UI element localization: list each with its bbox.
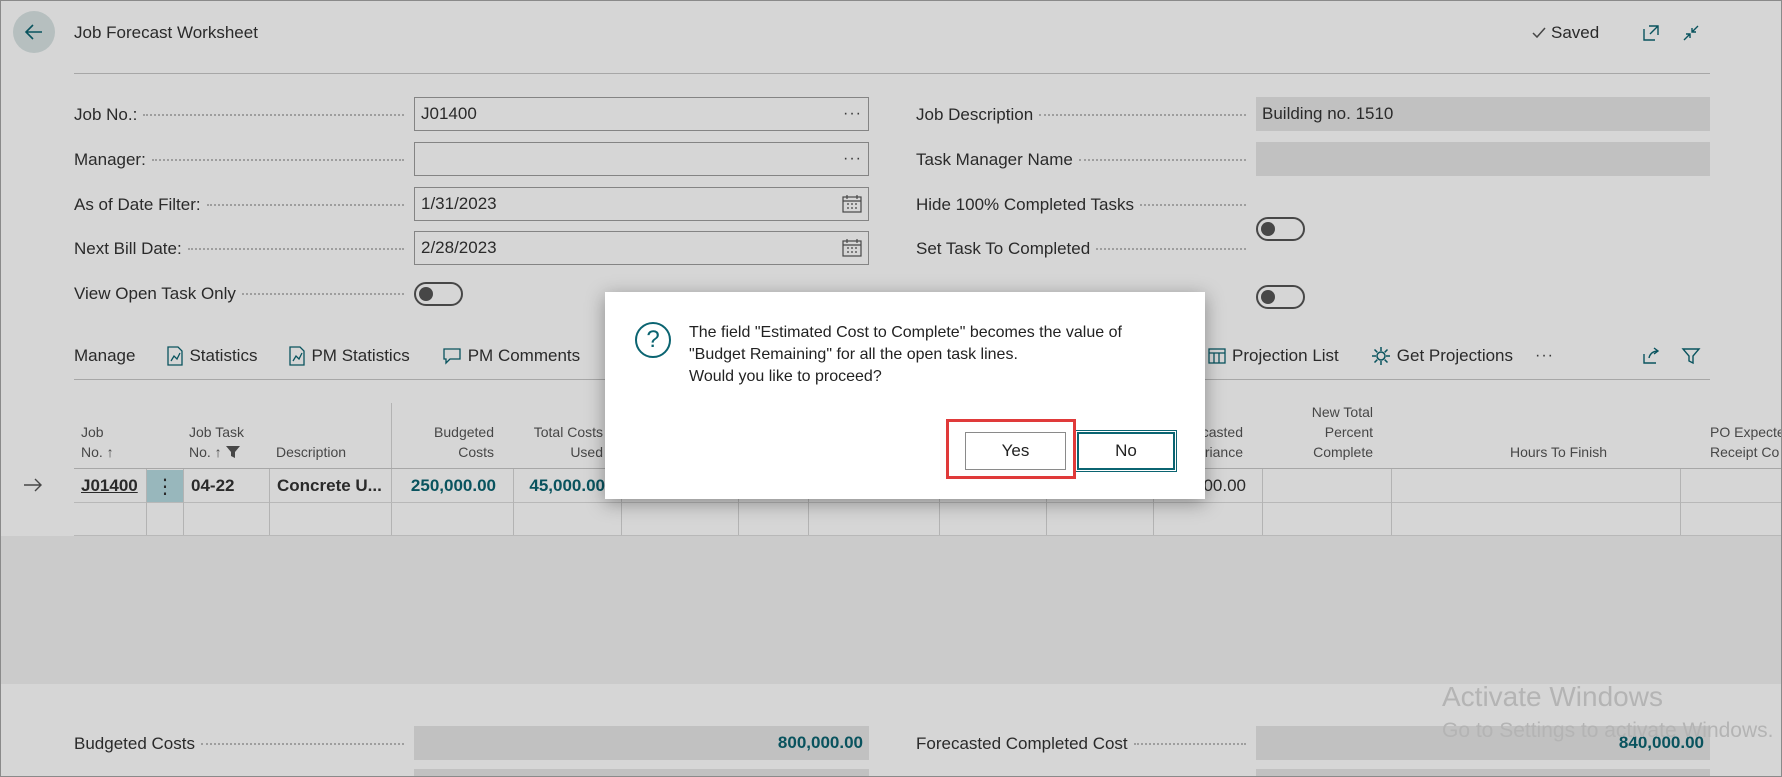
dialog-message-line: "Budget Remaining" for all the open task… bbox=[689, 346, 1018, 363]
question-icon: ? bbox=[635, 322, 671, 358]
dialog-message: The field "Estimated Cost to Complete" b… bbox=[689, 322, 1179, 388]
activate-windows-subtitle: Go to Settings to activate Windows. bbox=[1442, 719, 1774, 742]
app-window: Job Forecast Worksheet Saved Job No.: J0… bbox=[0, 0, 1782, 777]
activate-windows-title: Activate Windows bbox=[1442, 681, 1663, 712]
dialog-message-line: Would you like to proceed? bbox=[689, 368, 882, 385]
dialog-message-line: The field "Estimated Cost to Complete" b… bbox=[689, 324, 1122, 341]
highlight-box bbox=[946, 419, 1076, 479]
no-button[interactable]: No bbox=[1075, 430, 1177, 472]
confirm-dialog: ? The field "Estimated Cost to Complete"… bbox=[605, 292, 1205, 499]
